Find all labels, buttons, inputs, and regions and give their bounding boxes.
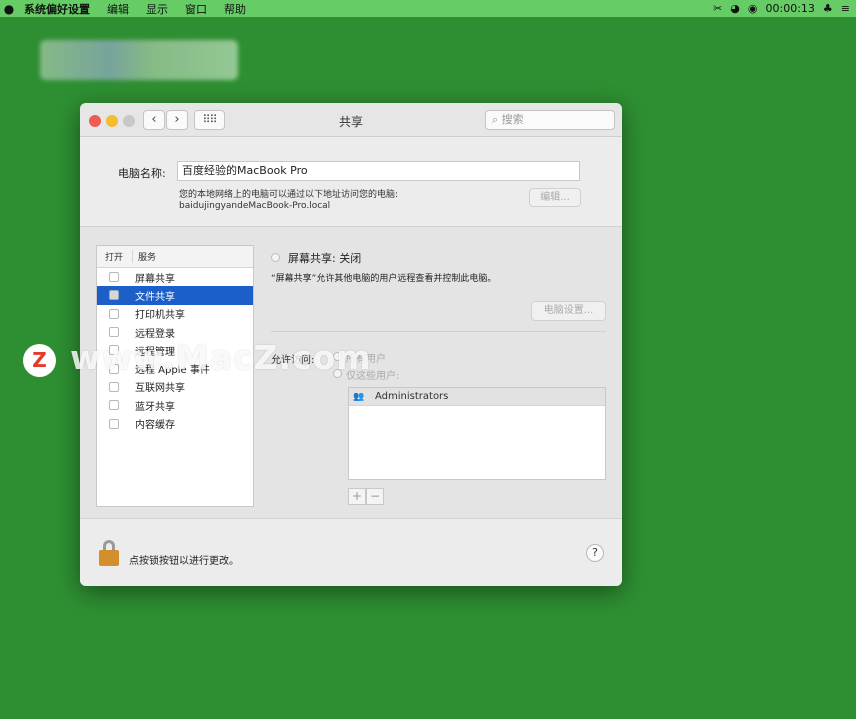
service-checkbox[interactable] bbox=[109, 272, 119, 283]
user-label: Administrators bbox=[375, 391, 449, 402]
computer-name-pane: 电脑名称: 百度经验的MacBook Pro 您的本地网络上的电脑可以通过以下地… bbox=[80, 138, 622, 226]
service-label: 蓝牙共享 bbox=[135, 401, 175, 413]
list-item[interactable]: 蓝牙共享 bbox=[97, 396, 253, 414]
list-item[interactable]: 👥 Administrators bbox=[349, 388, 605, 406]
tray-icon[interactable]: ♣ bbox=[823, 2, 833, 15]
service-status: 屏幕共享: 关闭 bbox=[288, 252, 362, 265]
watermark-text: www.MacZ.com bbox=[70, 338, 372, 377]
list-item[interactable]: 屏幕共享 bbox=[97, 268, 253, 286]
group-icon: 👥 bbox=[353, 391, 365, 402]
service-description: “屏幕共享”允许其他电脑的用户远程查看并控制此电脑。 bbox=[271, 274, 497, 284]
service-checkbox[interactable] bbox=[109, 308, 119, 319]
user-list: 👥 Administrators bbox=[348, 387, 606, 480]
computer-name-field[interactable]: 百度经验的MacBook Pro bbox=[177, 161, 580, 181]
edit-button[interactable]: 编辑... bbox=[529, 188, 581, 207]
menu-view[interactable]: 显示 bbox=[146, 1, 168, 17]
col-service-header[interactable]: 服务 bbox=[133, 250, 156, 263]
blurred-region bbox=[40, 40, 238, 80]
divider bbox=[271, 331, 606, 332]
record-icon[interactable]: ◉ bbox=[748, 2, 758, 15]
help-button[interactable]: ? bbox=[586, 544, 604, 562]
local-hint: 您的本地网络上的电脑可以通过以下地址访问您的电脑: bbox=[179, 190, 399, 200]
service-checkbox[interactable] bbox=[109, 290, 119, 301]
service-label: 互联网共享 bbox=[135, 383, 185, 395]
computer-settings-button[interactable]: 电脑设置... bbox=[531, 301, 606, 321]
service-label: 文件共享 bbox=[135, 291, 175, 303]
search-icon: ⌕ bbox=[492, 113, 499, 126]
apple-menu-icon[interactable]: ● bbox=[0, 2, 18, 16]
col-on-header[interactable]: 打开 bbox=[97, 250, 133, 263]
status-icon[interactable]: ◕ bbox=[730, 2, 740, 15]
menu-window[interactable]: 窗口 bbox=[185, 1, 207, 17]
service-checkbox[interactable] bbox=[109, 418, 119, 429]
computer-name-label: 电脑名称: bbox=[118, 167, 166, 180]
service-checkbox[interactable] bbox=[109, 381, 119, 392]
watermark-logo-icon: Z bbox=[23, 344, 56, 377]
scissors-icon[interactable]: ✂ bbox=[713, 2, 722, 15]
add-user-button[interactable]: + bbox=[348, 488, 366, 505]
lock-text: 点按锁按钮以进行更改。 bbox=[129, 556, 239, 567]
service-checkbox[interactable] bbox=[109, 327, 119, 338]
list-item[interactable]: 文件共享 bbox=[97, 286, 253, 305]
menu-extras: ✂ ◕ ◉ 00:00:13 ♣ ≡ bbox=[713, 0, 850, 17]
service-label: 打印机共享 bbox=[135, 310, 185, 322]
local-address: baidujingyandeMacBook-Pro.local bbox=[179, 201, 331, 211]
menu-list-icon[interactable]: ≡ bbox=[841, 2, 850, 15]
list-item[interactable]: 内容缓存 bbox=[97, 414, 253, 432]
list-item[interactable]: 打印机共享 bbox=[97, 305, 253, 323]
menu-app[interactable]: 系统偏好设置 bbox=[24, 1, 90, 17]
menu-bar: ● 系统偏好设置 编辑 显示 窗口 帮助 ✂ ◕ ◉ 00:00:13 ♣ ≡ bbox=[0, 0, 856, 17]
menu-help[interactable]: 帮助 bbox=[224, 1, 246, 17]
title-bar: ‹ › ⠿⠿ 共享 ⌕ 搜索 bbox=[80, 103, 622, 137]
footer-pane: 点按锁按钮以进行更改。 ? bbox=[80, 519, 622, 586]
status-indicator-icon bbox=[271, 253, 280, 262]
service-checkbox[interactable] bbox=[109, 400, 119, 411]
service-label: 内容缓存 bbox=[135, 420, 175, 432]
lock-icon[interactable] bbox=[99, 540, 119, 566]
list-item[interactable]: 互联网共享 bbox=[97, 378, 253, 396]
remove-user-button[interactable]: − bbox=[366, 488, 384, 505]
search-placeholder: 搜索 bbox=[501, 113, 524, 126]
service-list-header: 打开 服务 bbox=[97, 246, 253, 268]
service-label: 屏幕共享 bbox=[135, 273, 175, 285]
menu-edit[interactable]: 编辑 bbox=[107, 1, 129, 17]
clock[interactable]: 00:00:13 bbox=[766, 2, 815, 15]
search-field[interactable]: ⌕ 搜索 bbox=[485, 110, 615, 130]
